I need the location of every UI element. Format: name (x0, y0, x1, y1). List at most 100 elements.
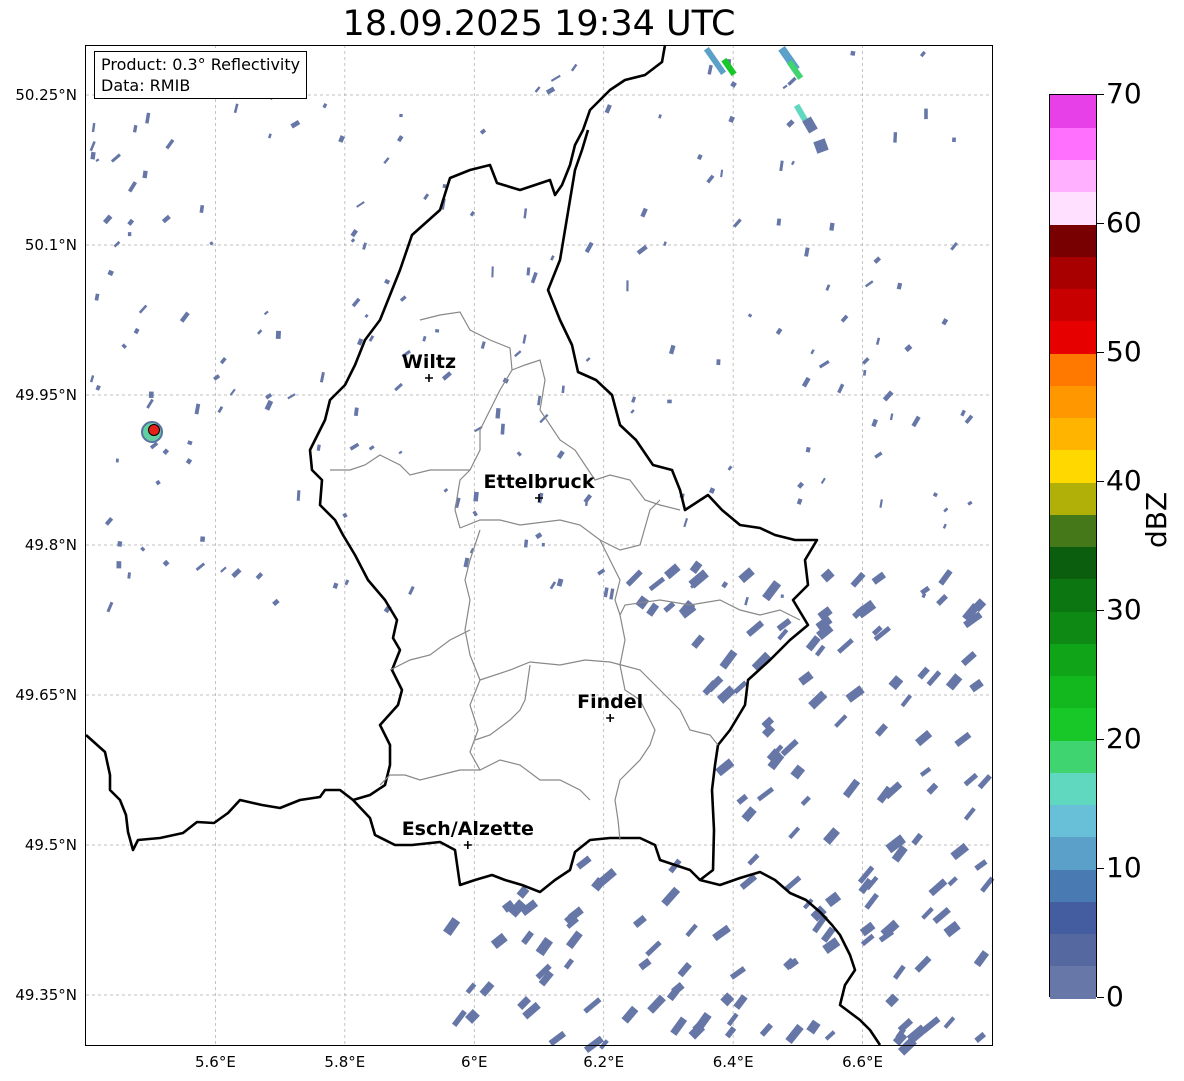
radar-echo (762, 580, 782, 602)
radar-echo (161, 214, 171, 224)
radar-echo (255, 572, 264, 580)
radar-echo (801, 376, 811, 388)
radar-echo (322, 103, 328, 109)
radar-echo (194, 403, 201, 415)
radar-echo (921, 1016, 941, 1034)
radar-echo (800, 795, 811, 806)
radar-echo (213, 374, 221, 381)
radar-echo (556, 450, 565, 460)
radar-map[interactable]: Wiltz Ettelbruck Findel Esch/Alzette 5.6°E 5… (0, 0, 1184, 1081)
lat-tick-label: 49.95°N (15, 386, 77, 404)
radar-echo (954, 731, 972, 748)
radar-echo (947, 876, 958, 887)
radar-echo (90, 151, 96, 160)
lon-tick-label: 6.2°E (583, 1053, 624, 1071)
radar-echo (631, 396, 637, 403)
radar-echo (911, 832, 923, 846)
lat-tick-label: 50.25°N (15, 86, 77, 104)
radar-echo (640, 207, 648, 218)
radar-echo (787, 76, 797, 86)
lat-tick-label: 49.5°N (25, 836, 77, 854)
radar-echo (969, 678, 984, 693)
radar-echo (932, 906, 951, 924)
radar-echo (820, 477, 826, 484)
radar-echo (834, 714, 848, 728)
radar-echo (342, 512, 348, 519)
radar-echo (837, 383, 845, 394)
radar-echo (736, 793, 749, 805)
radar-echo (974, 1031, 987, 1043)
radar-echo (964, 414, 974, 425)
radar-echo (534, 86, 541, 93)
city-label: Esch/Alzette (402, 818, 534, 840)
colorbar-tick-mark (1097, 868, 1104, 869)
radar-echo (89, 375, 95, 383)
colorbar-segment (1050, 256, 1096, 290)
radar-echo (780, 594, 784, 598)
radar-echo (495, 407, 501, 419)
radar-echo (155, 479, 161, 486)
radar-echo (646, 602, 660, 617)
colorbar-tick-label: 20 (1106, 722, 1142, 755)
radar-echo (117, 540, 123, 547)
colorbar-segment (1050, 288, 1096, 322)
radar-echo (706, 174, 715, 184)
colorbar-tick-mark (1097, 94, 1104, 95)
colorbar-segment (1050, 643, 1096, 677)
radar-echo (943, 1016, 956, 1029)
radar-echo (356, 201, 365, 208)
radar-echo (685, 923, 698, 938)
radar-echo (840, 314, 849, 323)
radar-site[interactable] (141, 421, 163, 443)
radar-echo (730, 81, 737, 88)
radar-echo (632, 914, 647, 929)
radar-echo (777, 628, 789, 641)
radar-echo (349, 442, 360, 451)
radar-echo (434, 328, 440, 333)
radar-echo (583, 493, 593, 504)
radar-echo (921, 906, 934, 920)
radar-echo (523, 208, 528, 219)
radar-echoes (89, 46, 995, 1056)
radar-echo (805, 446, 811, 453)
radar-echo (896, 282, 903, 290)
radar-echo (874, 451, 883, 459)
colorbar-segment (1050, 449, 1096, 483)
radar-echo (609, 588, 615, 600)
radar-echo (146, 398, 154, 409)
radar-echo (219, 356, 227, 365)
radar-echo (677, 961, 692, 978)
radar-echo (95, 384, 101, 391)
radar-echo (904, 344, 913, 353)
colorbar-segment (1050, 611, 1096, 644)
radar-echo (837, 638, 854, 654)
colorbar-tick-label: 0 (1106, 980, 1124, 1013)
radar-echo (625, 569, 643, 587)
radar-echo (732, 218, 742, 228)
radar-echo (621, 1005, 639, 1024)
radar-echo (928, 878, 948, 897)
radar-echo (708, 487, 716, 494)
radar-echo (738, 567, 755, 584)
radar-echo (138, 304, 148, 314)
radar-echo (265, 392, 273, 400)
radar-echo (782, 84, 788, 90)
radar-echo (165, 138, 175, 150)
radar-echo (663, 241, 667, 247)
radar-echo (932, 492, 938, 498)
radar-echo (263, 310, 269, 316)
lat-tick-label: 49.65°N (15, 686, 77, 704)
colorbar-tick-mark (1097, 997, 1104, 998)
radar-echo (121, 343, 128, 349)
radar-echo (924, 108, 928, 120)
radar-echo (683, 517, 689, 528)
radar-echo (733, 994, 748, 1010)
radar-echo (720, 169, 724, 178)
radar-echo (805, 635, 821, 652)
radar-echo (663, 601, 676, 613)
radar-site-icon[interactable] (148, 424, 160, 436)
radar-echo (275, 330, 281, 340)
radar-echo (814, 644, 826, 657)
radar-echo (952, 137, 956, 143)
radar-echo (779, 160, 784, 172)
